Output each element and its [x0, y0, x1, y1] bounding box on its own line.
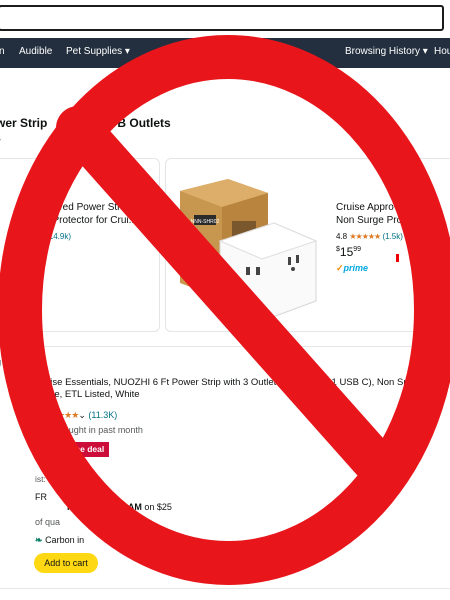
delivery-info: FR ight night 4 AM - 8 AM on $25: [35, 492, 172, 512]
result-rating[interactable]: 4.6 ★★★★⌄ (11.3K): [35, 410, 117, 421]
deal-badge: imited time deal: [35, 442, 110, 457]
chevron-down-icon[interactable]: ⌄: [78, 410, 86, 420]
shipping-options-text: g options.: [0, 357, 36, 367]
result-title[interactable]: Cruise Essentials, NUOZHI 6 Ft Power Str…: [35, 377, 450, 401]
rating-count: (1.5k): [382, 232, 403, 241]
star-rating-icon: ★★★★★: [13, 232, 45, 241]
product-title[interactable]: Approved Power Strip: [31, 201, 159, 214]
prime-badge: ✓prime: [1, 279, 34, 289]
nav-item-audible[interactable]: Audible: [19, 46, 52, 57]
leaf-icon: ❧: [35, 535, 43, 545]
list-price: ist: $11.99: [35, 474, 74, 484]
nav-bar: n Audible Pet Supplies ▾ Browsing Histor…: [0, 38, 450, 68]
product-rating[interactable]: 4.8 ★★★★★ (1.5k): [336, 232, 403, 241]
rating-count: (14.9k): [46, 232, 71, 241]
product-price: $1599: [336, 245, 362, 259]
qualifying-text: of qua: [35, 517, 61, 527]
add-to-cart-button[interactable]: Add to cart: [34, 553, 98, 573]
prime-check-icon: ✓: [336, 263, 344, 273]
nav-item-pet-supplies[interactable]: Pet Supplies ▾: [66, 46, 130, 57]
rating-count[interactable]: (11.3K): [88, 410, 117, 420]
section-heading-link[interactable]: ›: [0, 134, 1, 144]
star-rating-icon: ★★★★: [50, 410, 79, 420]
star-rating-icon: ★★★★★: [349, 232, 381, 241]
list-price: ist: $24.99: [5, 266, 42, 275]
product-image[interactable]: NNN-SHR02: [176, 171, 326, 321]
product-rating[interactable]: ★★★★★ (14.9k): [13, 232, 71, 241]
prime-check-icon: ✓: [1, 279, 9, 289]
svg-text:NNN-SHR02: NNN-SHR02: [191, 219, 220, 225]
search-input[interactable]: [0, 5, 444, 31]
nav-item-partial-right[interactable]: Hou: [434, 46, 450, 57]
red-mark: [396, 254, 399, 262]
carbon-badge[interactable]: ❧ Carbon in: [35, 535, 84, 546]
top-bar: [0, 0, 450, 38]
nav-item-browsing-history[interactable]: Browsing History ▾: [345, 46, 428, 57]
divider: [0, 346, 450, 347]
product-card[interactable]: Approved Power Strip Surge Protector for…: [0, 158, 160, 332]
product-title-line2[interactable]: Surge Protector for Crui...: [23, 214, 159, 227]
product-card[interactable]: NNN-SHR02 Cruise Approved Powe Non Surge…: [165, 158, 450, 332]
section-heading: wer Strip B Outlets: [0, 116, 171, 130]
prime-badge: ✓prime: [336, 263, 369, 273]
bought-count: 10K+ bought in past month: [35, 425, 143, 435]
rating-value: 4.6: [35, 410, 48, 420]
product-title[interactable]: Cruise Approved Powe: [336, 201, 450, 214]
divider: [0, 588, 450, 589]
product-price: 1799: [7, 247, 29, 261]
nav-item-partial[interactable]: n: [0, 46, 5, 57]
product-title-line2[interactable]: Non Surge Protector fo: [336, 214, 450, 227]
rating-value: 4.8: [336, 232, 348, 241]
